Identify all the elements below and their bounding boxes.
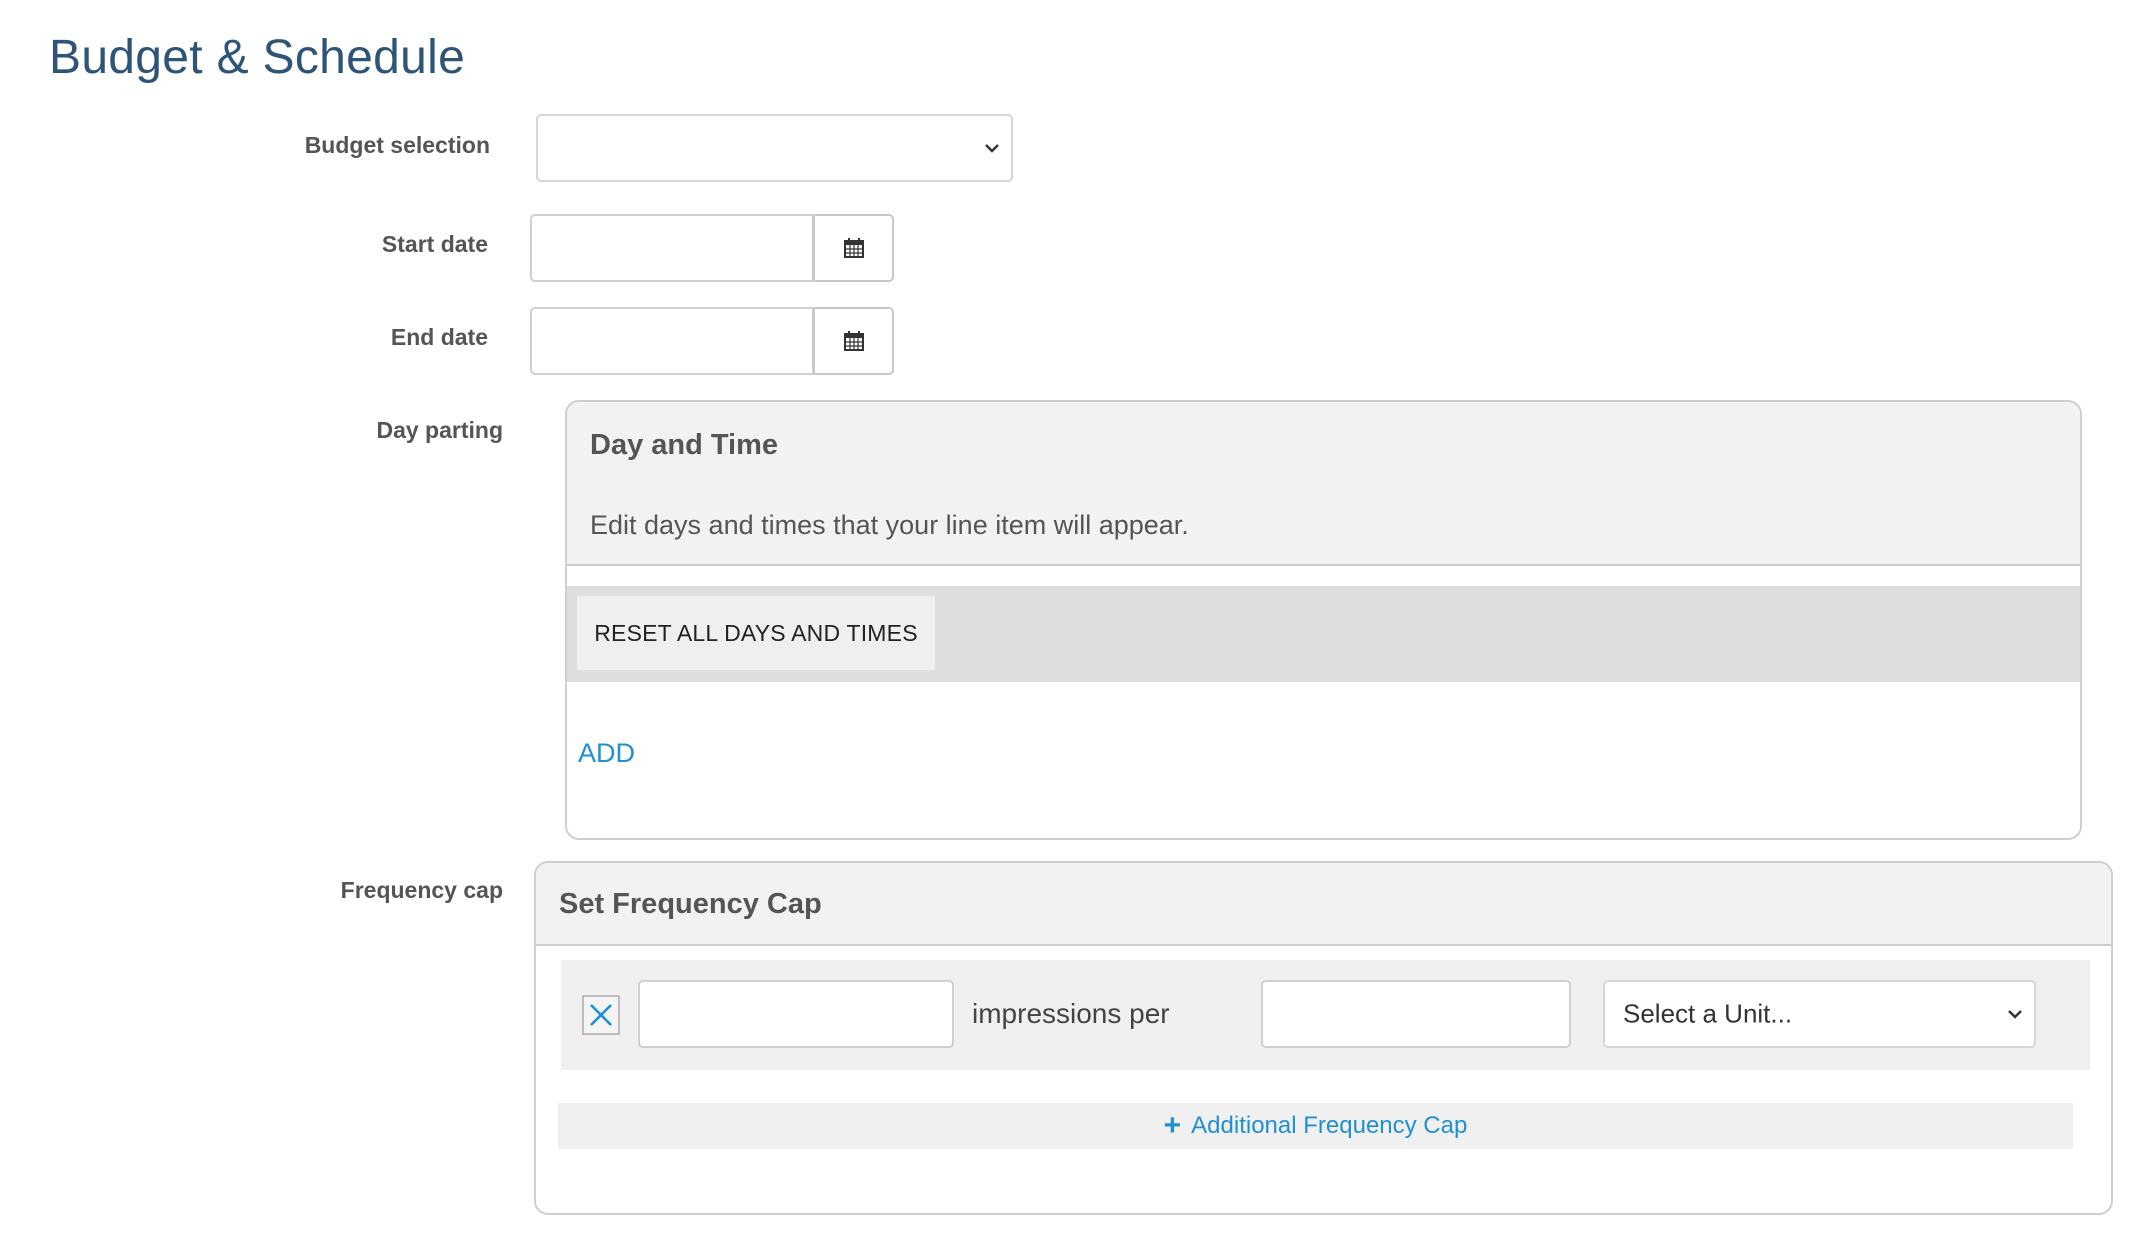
- impressions-per-text: impressions per: [972, 998, 1170, 1029]
- budget-selection-select[interactable]: [536, 114, 1013, 182]
- page-title: Budget & Schedule: [49, 31, 466, 84]
- additional-frequency-cap-button[interactable]: + Additional Frequency Cap: [558, 1103, 2073, 1149]
- plus-icon: +: [1163, 1109, 1182, 1142]
- frequency-cap-panel-header: Set Frequency Cap: [536, 863, 2111, 946]
- add-day-time-link[interactable]: ADD: [578, 738, 635, 769]
- day-and-time-title: Day and Time: [590, 429, 779, 461]
- day-and-time-description: Edit days and times that your line item …: [590, 510, 1189, 540]
- day-parting-panel-header: Day and Time Edit days and times that yo…: [567, 402, 2080, 566]
- frequency-unit-selected: Select a Unit...: [1623, 998, 1793, 1029]
- budget-schedule-page: Budget & Schedule Budget selection Start…: [0, 0, 2152, 1236]
- frequency-unit-select[interactable]: Select a Unit...: [1603, 980, 2036, 1048]
- start-date-input[interactable]: [530, 214, 814, 282]
- impressions-count-input[interactable]: [638, 980, 954, 1048]
- reset-all-days-and-times-button[interactable]: RESET ALL DAYS AND TIMES: [577, 596, 935, 670]
- additional-frequency-cap-label: Additional Frequency Cap: [1191, 1112, 1468, 1139]
- frequency-cap-row: impressions per Select a Unit...: [561, 960, 2090, 1070]
- start-date-label: Start date: [381, 231, 488, 257]
- start-date-calendar-button[interactable]: [813, 214, 894, 282]
- set-frequency-cap-title: Set Frequency Cap: [559, 888, 822, 920]
- frequency-cap-label: Frequency cap: [340, 877, 503, 903]
- end-date-input[interactable]: [530, 307, 814, 375]
- reset-toolbar: RESET ALL DAYS AND TIMES: [567, 586, 2080, 682]
- day-parting-panel: Day and Time Edit days and times that yo…: [565, 400, 2082, 840]
- remove-frequency-cap-button[interactable]: [582, 995, 620, 1035]
- day-parting-label: Day parting: [376, 417, 503, 443]
- calendar-icon: [843, 331, 864, 351]
- close-icon: [590, 1004, 612, 1026]
- period-count-input[interactable]: [1261, 980, 1571, 1048]
- end-date-label: End date: [390, 324, 488, 350]
- chevron-down-icon: [985, 144, 999, 153]
- budget-selection-label: Budget selection: [304, 132, 490, 158]
- chevron-down-icon: [2008, 1010, 2022, 1019]
- calendar-icon: [843, 238, 864, 258]
- frequency-cap-panel: Set Frequency Cap impressions per Select…: [534, 861, 2113, 1215]
- end-date-calendar-button[interactable]: [813, 307, 894, 375]
